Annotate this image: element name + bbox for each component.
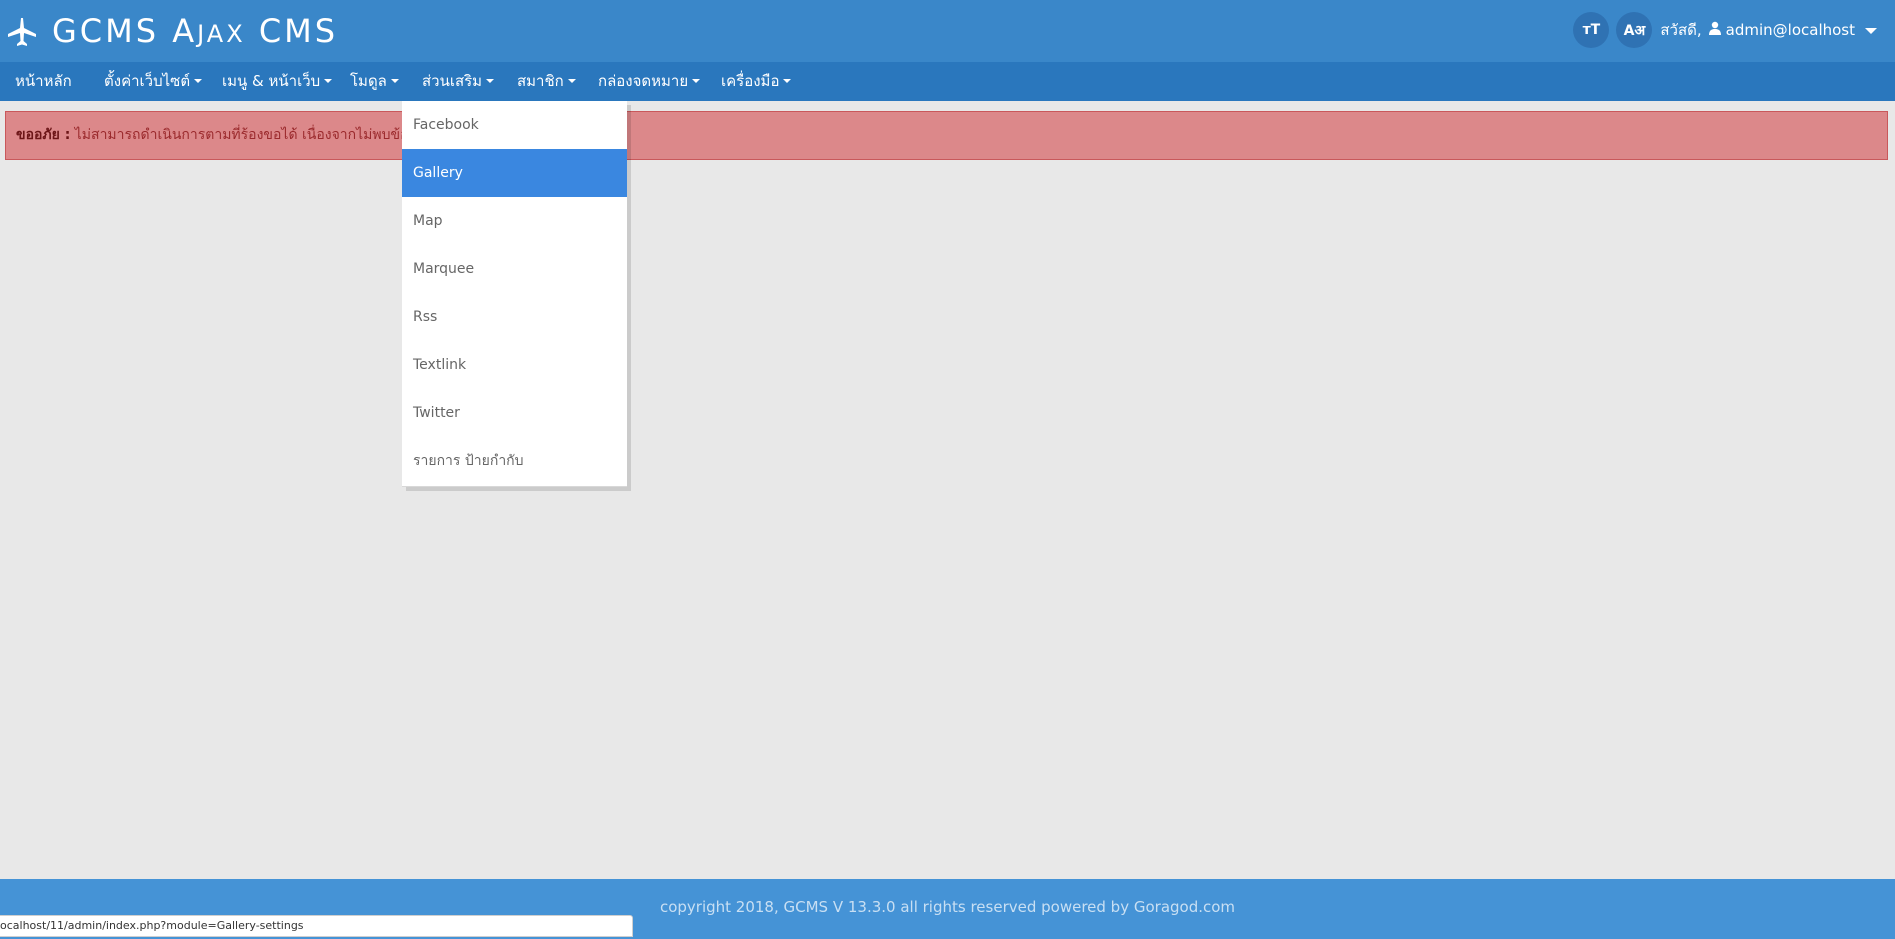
caret-down-icon: [567, 78, 576, 83]
username-text: admin@localhost: [1725, 21, 1855, 39]
caret-down-icon: [783, 78, 792, 83]
nav-item-tools[interactable]: เครื่องมือ: [721, 62, 792, 101]
user-icon: [1708, 21, 1722, 39]
top-header: GCMS AJAX CMS ᴛT Aअ สวัสดี, admin@localh…: [0, 0, 1895, 62]
menu-item-tag-list[interactable]: รายการ ป้ายกำกับ: [402, 437, 627, 485]
nav-item-extensions[interactable]: ส่วนเสริม: [422, 62, 495, 101]
caret-down-icon: [486, 78, 495, 83]
menu-item-marquee[interactable]: Marquee: [402, 245, 627, 293]
menu-item-facebook[interactable]: Facebook: [402, 101, 627, 149]
alert-title: ขออภัย :: [16, 127, 71, 143]
nav-item-home[interactable]: หน้าหลัก: [15, 62, 72, 101]
menu-item-map[interactable]: Map: [402, 197, 627, 245]
nav-item-modules[interactable]: โมดูล: [350, 62, 399, 101]
nav-item-mailbox[interactable]: กล่องจดหมาย: [598, 62, 701, 101]
greeting-text: สวัสดี,: [1660, 21, 1702, 39]
user-menu[interactable]: สวัสดี, admin@localhost: [1660, 18, 1877, 42]
font-size-button[interactable]: ᴛT: [1573, 12, 1610, 48]
menu-item-rss[interactable]: Rss: [402, 293, 627, 341]
browser-status-url: ocalhost/11/admin/index.php?module=Galle…: [0, 915, 633, 937]
menu-item-textlink[interactable]: Textlink: [402, 341, 627, 389]
header-user-area: ᴛT Aअ สวัสดี, admin@localhost: [1566, 12, 1877, 48]
nav-item-members[interactable]: สมาชิก: [517, 62, 576, 101]
nav-item-menus-pages[interactable]: เมนู & หน้าเว็บ: [222, 62, 333, 101]
extensions-dropdown-menu: Facebook Gallery Map Marquee Rss Textlin…: [402, 101, 627, 487]
airplane-icon: [6, 17, 38, 47]
caret-down-icon: [194, 78, 203, 83]
caret-down-icon: [692, 78, 701, 83]
menu-item-gallery[interactable]: Gallery: [402, 149, 627, 197]
nav-item-site-settings[interactable]: ตั้งค่าเว็บไซต์: [104, 62, 203, 101]
brand-logo[interactable]: GCMS AJAX CMS: [6, 12, 338, 52]
brand-title: GCMS AJAX CMS: [52, 11, 339, 50]
language-button[interactable]: Aअ: [1616, 12, 1653, 48]
menu-item-twitter[interactable]: Twitter: [402, 389, 627, 437]
caret-down-icon: [324, 78, 333, 83]
chevron-down-icon: [1865, 21, 1877, 39]
error-alert: ขออภัย : ไม่สามารถดำเนินการตามที่ร้องขอไ…: [5, 111, 1888, 160]
caret-down-icon: [390, 78, 399, 83]
main-nav: หน้าหลัก ตั้งค่าเว็บไซต์ เมนู & หน้าเว็บ…: [0, 62, 1895, 101]
alert-message: ไม่สามารถดำเนินการตามที่ร้องขอได้ เนื่อง…: [74, 127, 427, 143]
